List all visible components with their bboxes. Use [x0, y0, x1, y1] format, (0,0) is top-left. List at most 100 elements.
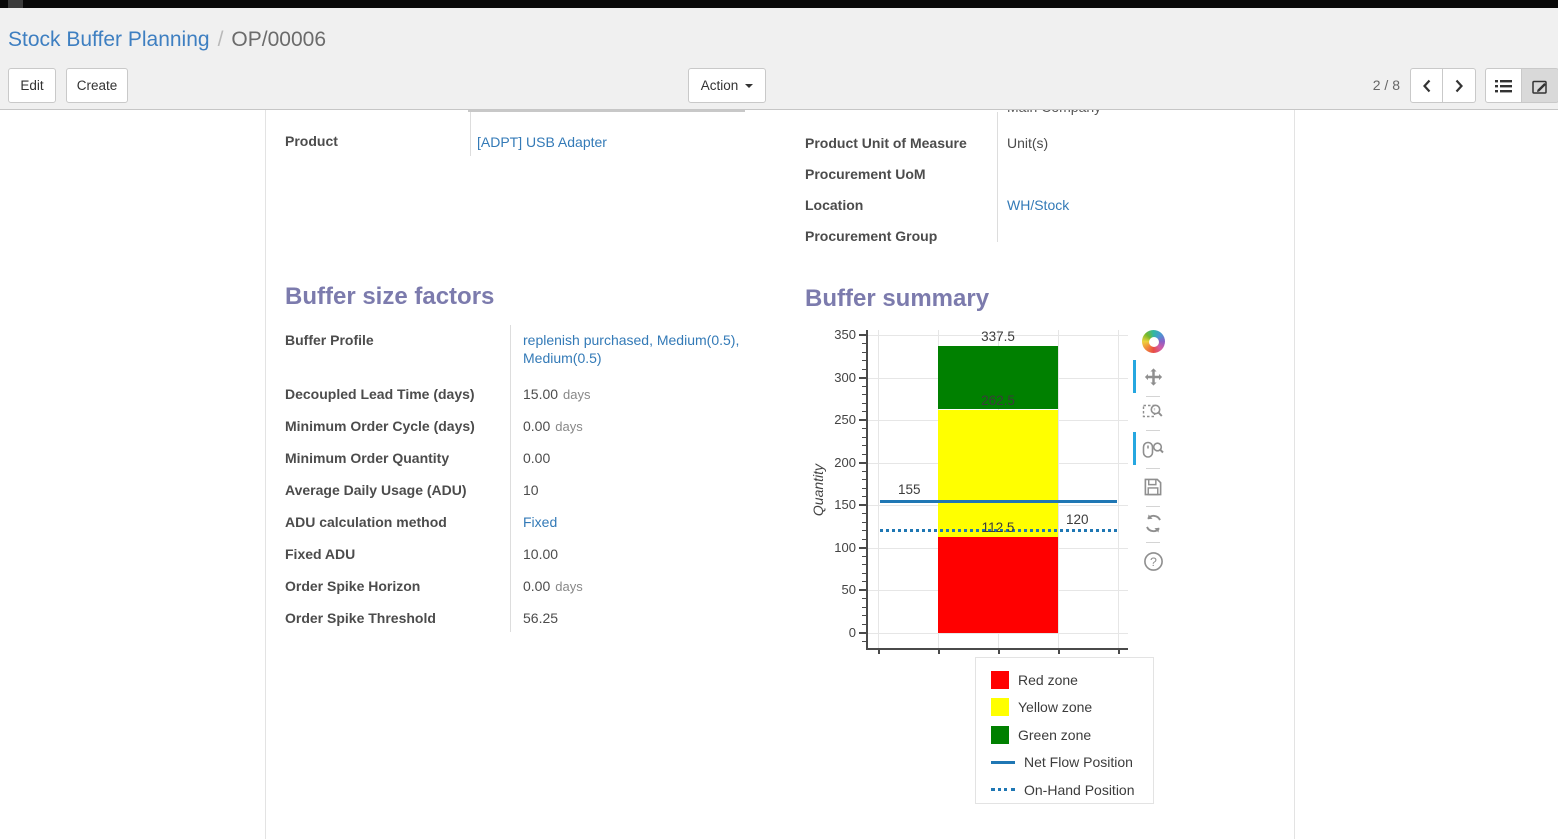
order-spike-horizon-label: Order Spike Horizon: [285, 577, 510, 595]
svg-text:?: ?: [1150, 554, 1157, 568]
decoupled-lead-time-days-value: 15.00days: [523, 385, 775, 404]
y-tick: [862, 479, 866, 480]
top-nav-bar: [0, 0, 1558, 8]
y-tick: [862, 530, 866, 531]
help-tool-icon[interactable]: ?: [1140, 548, 1166, 574]
order-spike-threshold-value: 56.25: [523, 609, 775, 627]
y-tick: [862, 624, 866, 625]
y-tick-label: 300: [818, 370, 856, 385]
y-tick: [862, 471, 866, 472]
yellow-zone-swatch: [991, 698, 1009, 716]
breadcrumb-current: OP/00006: [231, 28, 326, 51]
average-daily-usage-adu-label: Average Daily Usage (ADU): [285, 481, 510, 499]
toolbar-divider: [1146, 506, 1160, 507]
y-tick: [862, 403, 866, 404]
buffer-profile-value[interactable]: replenish purchased, Medium(0.5), Medium…: [523, 331, 775, 367]
reset-tool-icon[interactable]: [1140, 510, 1166, 536]
action-dropdown-button[interactable]: Action: [688, 68, 766, 103]
bokeh-logo-icon[interactable]: [1142, 330, 1165, 353]
zone-boundary-label: 262.5: [938, 393, 1058, 408]
field-row-procurement-group: Procurement Group: [805, 219, 1287, 250]
buffer-factors-group: Buffer Profile replenish purchased, Mediu…: [285, 325, 790, 635]
y-tick: [862, 360, 866, 361]
y-tick: [859, 377, 866, 379]
buffer-size-factors-title: Buffer size factors: [285, 283, 494, 311]
adu-calculation-method-value[interactable]: Fixed: [523, 513, 775, 531]
y-tick: [862, 428, 866, 429]
x-tick: [1118, 649, 1120, 654]
procurement-group-label: Procurement Group: [805, 227, 997, 245]
location-label: Location: [805, 196, 997, 214]
pager: 2 / 8: [1348, 68, 1400, 103]
yellow-zone-bar: [938, 410, 1058, 538]
factor-row-buffer-profile: Buffer Profile replenish purchased, Mediu…: [285, 325, 790, 379]
clipped-row-remnant: [468, 110, 745, 112]
y-tick-label: 350: [818, 327, 856, 342]
factor-row-fixed-adu: Fixed ADU10.00: [285, 539, 790, 571]
y-tick: [862, 598, 866, 599]
location-value[interactable]: WH/Stock: [997, 196, 1069, 214]
y-tick: [862, 641, 866, 642]
stock-buffer-planning-screen: Stock Buffer Planning/OP/00006 Edit Crea…: [0, 0, 1558, 839]
red-zone-bar: [938, 537, 1058, 633]
red-zone-swatch: [991, 671, 1009, 689]
fixed-adu-value: 10.00: [523, 545, 775, 563]
pager-next-button[interactable]: [1443, 68, 1476, 103]
active-tool-indicator: [1133, 432, 1136, 465]
green-zone-legend-label: Green zone: [1018, 727, 1091, 743]
pan-tool-icon[interactable]: [1140, 364, 1166, 390]
factor-row-order-spike-horizon: Order Spike Horizon0.00days: [285, 571, 790, 603]
buffer-summary-title: Buffer summary: [805, 285, 989, 313]
y-axis-title: Quantity: [810, 390, 826, 590]
net-flow-position-swatch: [991, 761, 1015, 764]
yellow-zone-legend-label: Yellow zone: [1018, 699, 1092, 715]
green-zone-swatch: [991, 726, 1009, 744]
net-flow-position-value-label: 155: [898, 482, 921, 497]
list-view-button[interactable]: [1485, 68, 1522, 103]
breadcrumb-parent-link[interactable]: Stock Buffer Planning: [8, 28, 210, 51]
minimum-order-quantity-label: Minimum Order Quantity: [285, 449, 510, 467]
factor-row-average-daily-usage-adu: Average Daily Usage (ADU)10: [285, 475, 790, 507]
chevron-right-icon: [1454, 79, 1464, 93]
x-tick: [998, 649, 1000, 654]
y-tick: [862, 496, 866, 497]
pager-previous-button[interactable]: [1410, 68, 1443, 103]
bokeh-logo-hole: [1149, 337, 1159, 347]
form-edit-icon: [1532, 78, 1548, 94]
field-row-product-unit-of-measure: Product Unit of MeasureUnit(s): [805, 126, 1287, 157]
breadcrumb: Stock Buffer Planning/OP/00006: [8, 28, 326, 52]
product-field-value[interactable]: [ADPT] USB Adapter: [477, 133, 607, 151]
save-tool-icon[interactable]: [1140, 474, 1166, 500]
toolbar-divider: [1146, 430, 1160, 431]
y-tick: [862, 352, 866, 353]
factor-row-decoupled-lead-time-days: Decoupled Lead Time (days)15.00days: [285, 379, 790, 411]
adu-calculation-method-label: ADU calculation method: [285, 513, 510, 531]
net-flow-position-line: [880, 500, 1117, 503]
list-icon: [1494, 77, 1513, 95]
edit-button[interactable]: Edit: [8, 68, 56, 103]
y-tick: [862, 556, 866, 557]
y-tick: [862, 369, 866, 370]
x-axis-line: [866, 648, 1128, 650]
view-switcher: [1485, 68, 1558, 103]
form-view-button[interactable]: [1522, 68, 1558, 103]
y-tick: [859, 547, 866, 549]
y-axis-line: [866, 330, 868, 648]
buffer-summary-chart[interactable]: 155120337.5262.5112.50501001502002503003…: [808, 326, 1180, 670]
y-tick: [862, 573, 866, 574]
pager-buttons: [1410, 68, 1476, 103]
factor-row-adu-calculation-method: ADU calculation method Fixed: [285, 507, 790, 539]
wheel-zoom-tool-icon[interactable]: [1140, 436, 1166, 462]
factor-row-order-spike-threshold: Order Spike Threshold 56.25: [285, 603, 790, 635]
order-spike-threshold-label: Order Spike Threshold: [285, 609, 510, 627]
box-zoom-tool-icon[interactable]: [1140, 398, 1166, 424]
on-hand-position-swatch: [991, 788, 1015, 791]
y-tick: [859, 589, 866, 591]
y-gridline: [868, 633, 1128, 634]
y-tick: [862, 437, 866, 438]
group-separator: [470, 112, 471, 156]
create-button[interactable]: Create: [66, 68, 128, 103]
buffer-profile-label: Buffer Profile: [285, 331, 510, 349]
zone-boundary-label: 337.5: [938, 329, 1058, 344]
y-tick: [862, 454, 866, 455]
